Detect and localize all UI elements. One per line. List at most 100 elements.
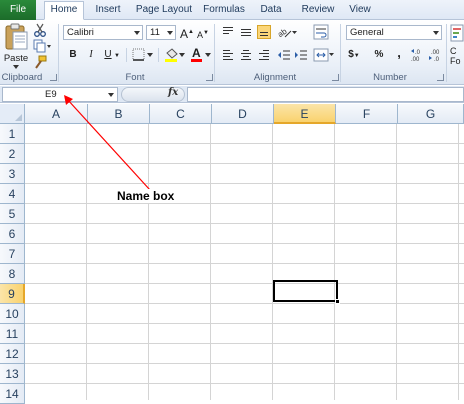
tab-page-layout[interactable]: Page Layout (134, 2, 194, 20)
row-header[interactable]: 5 (0, 204, 25, 224)
increase-indent-button[interactable] (294, 48, 308, 62)
alignment-dialog-launcher-icon[interactable] (332, 74, 339, 81)
row-header[interactable]: 12 (0, 344, 25, 364)
conditional-formatting-icon (450, 24, 464, 42)
active-cell-e9[interactable] (273, 280, 338, 302)
group-separator (214, 24, 215, 82)
svg-text:ab: ab (277, 26, 289, 39)
tab-review[interactable]: Review (298, 2, 338, 20)
row-header[interactable]: 1 (0, 124, 25, 144)
column-header-a[interactable]: A (25, 104, 88, 124)
number-format-combo[interactable]: General (346, 25, 442, 40)
underline-button[interactable]: U (101, 48, 115, 62)
align-left-button[interactable] (221, 48, 235, 62)
decrease-decimal-icon: .00 .0 (429, 50, 440, 63)
select-all-button[interactable] (0, 104, 25, 124)
decrease-decimal-button[interactable]: .00 .0 (428, 47, 444, 63)
paint-bucket-icon (165, 48, 185, 62)
group-separator (158, 48, 159, 62)
conditional-formatting-button[interactable]: C Fo (450, 24, 464, 84)
group-separator (340, 24, 341, 82)
svg-text:.0: .0 (434, 57, 440, 63)
insert-function-button[interactable]: fx (168, 87, 178, 98)
paste-label: Paste (3, 53, 29, 64)
bold-button[interactable]: B (66, 48, 80, 62)
font-dialog-launcher-icon[interactable] (206, 74, 213, 81)
clipboard-dialog-launcher-icon[interactable] (50, 74, 57, 81)
cell-area[interactable] (25, 124, 464, 400)
number-dialog-launcher-icon[interactable] (437, 74, 444, 81)
merge-center-button[interactable] (313, 47, 335, 63)
increase-decimal-button[interactable]: .0 .00 (410, 47, 426, 63)
copy-button[interactable] (33, 39, 53, 53)
column-header-c[interactable]: C (150, 104, 212, 124)
ribbon: Paste Clipboard Calibri 11 A▲ A▼ B I U ▼… (0, 20, 464, 85)
font-color-button[interactable]: A (190, 46, 212, 63)
fill-color-button[interactable] (164, 47, 186, 63)
wrap-text-button[interactable] (313, 24, 329, 40)
row-header[interactable]: 3 (0, 164, 25, 184)
paste-dropdown-icon[interactable] (13, 65, 19, 69)
name-box[interactable]: E9 (2, 87, 118, 102)
borders-icon (132, 48, 153, 61)
row-header-selected[interactable]: 9 (0, 284, 25, 304)
increase-decimal-icon: .0 .00 (411, 49, 421, 63)
row-header[interactable]: 7 (0, 244, 25, 264)
cut-button[interactable] (33, 23, 47, 37)
tab-file[interactable]: File (0, 0, 36, 20)
orientation-button[interactable]: ab (276, 24, 297, 40)
styles-truncated-label: C Fo (450, 46, 461, 66)
group-separator (126, 48, 127, 62)
tab-data[interactable]: Data (256, 2, 286, 20)
grow-font-glyph: A (180, 27, 189, 41)
decrease-indent-icon (278, 50, 290, 60)
bottom-align-button[interactable] (257, 25, 271, 39)
paintbrush-icon (35, 55, 47, 69)
text-orientation-icon: ab (276, 26, 297, 39)
top-align-button[interactable] (221, 25, 235, 39)
group-separator (58, 24, 59, 82)
wrap-text-icon (313, 24, 329, 40)
align-right-button[interactable] (257, 48, 271, 62)
tab-formulas[interactable]: Formulas (200, 2, 248, 20)
percent-button[interactable]: % (372, 48, 386, 62)
row-header[interactable]: 14 (0, 384, 25, 404)
column-header-g[interactable]: G (398, 104, 464, 124)
row-header[interactable]: 6 (0, 224, 25, 244)
align-center-button[interactable] (239, 48, 253, 62)
column-header-f[interactable]: F (336, 104, 398, 124)
number-format-value: General (350, 27, 384, 38)
middle-align-button[interactable] (239, 25, 253, 39)
grow-font-button[interactable]: A▲ (180, 25, 194, 41)
fill-handle[interactable] (335, 299, 340, 304)
tab-home[interactable]: Home (44, 1, 84, 20)
italic-button[interactable]: I (84, 48, 98, 62)
row-header[interactable]: 11 (0, 324, 25, 344)
format-painter-button[interactable] (33, 55, 47, 69)
font-size-combo[interactable]: 11 (146, 25, 176, 40)
paste-icon (5, 23, 28, 50)
row-header[interactable]: 13 (0, 364, 25, 384)
name-box-value: E9 (45, 89, 57, 100)
underline-dropdown-icon[interactable]: ▼ (114, 49, 120, 63)
currency-button[interactable]: $▼ (347, 48, 361, 62)
formula-bar: E9 fx (0, 86, 464, 103)
font-name-combo[interactable]: Calibri (63, 25, 143, 40)
formula-input[interactable] (187, 87, 464, 102)
row-header[interactable]: 4 (0, 184, 25, 204)
paste-button[interactable]: Paste (2, 23, 30, 69)
row-header[interactable]: 2 (0, 144, 25, 164)
tab-view[interactable]: View (345, 2, 375, 20)
row-header[interactable]: 10 (0, 304, 25, 324)
copy-icon (33, 39, 51, 53)
tab-insert[interactable]: Insert (90, 2, 126, 20)
chevron-down-icon (167, 31, 173, 35)
decrease-indent-button[interactable] (277, 48, 291, 62)
column-header-d[interactable]: D (212, 104, 274, 124)
shrink-font-button[interactable]: A▼ (196, 26, 210, 40)
borders-button[interactable] (132, 48, 154, 62)
row-header[interactable]: 8 (0, 264, 25, 284)
column-header-b[interactable]: B (88, 104, 150, 124)
comma-button[interactable]: , (392, 46, 406, 60)
column-header-e[interactable]: E (274, 104, 336, 124)
